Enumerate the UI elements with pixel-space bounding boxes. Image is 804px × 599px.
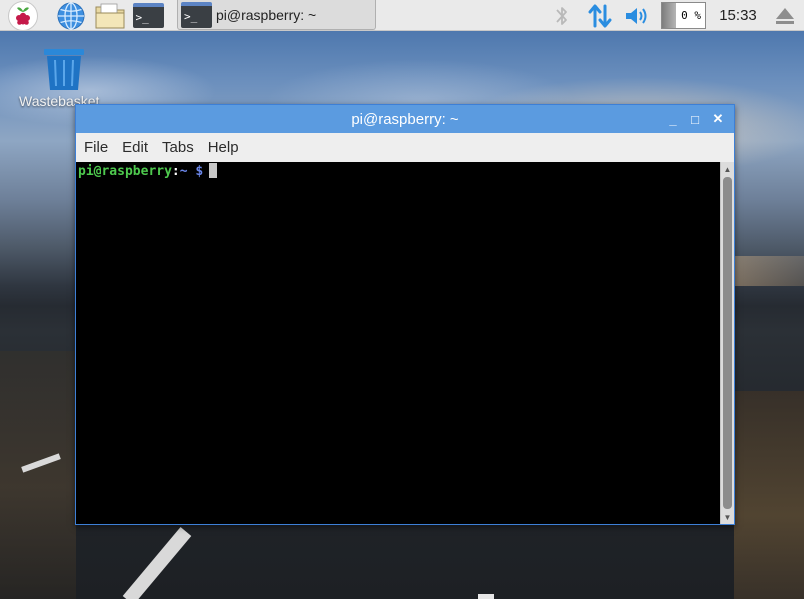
terminal-scrollbar[interactable]: ▲ ▼ <box>720 162 734 524</box>
scroll-up-arrow-icon[interactable]: ▲ <box>722 163 733 175</box>
terminal-text-area[interactable]: pi@raspberry:~ $ <box>76 162 720 524</box>
terminal-glyph: >_ <box>184 10 198 23</box>
taskbar-window-button[interactable]: >_ pi@raspberry: ~ <box>177 0 376 30</box>
menu-help[interactable]: Help <box>208 139 239 156</box>
volume-icon <box>626 7 647 24</box>
menu-tabs[interactable]: Tabs <box>162 139 194 156</box>
cpu-usage-value: 0 % <box>681 9 701 22</box>
terminal-icon: >_ <box>181 1 212 28</box>
terminal-glyph: >_ <box>135 11 149 24</box>
menu-file[interactable]: File <box>84 139 108 156</box>
terminal-icon: >_ <box>132 3 164 28</box>
cpu-usage-monitor[interactable]: 0 % <box>661 2 706 29</box>
web-browser-icon <box>57 1 85 30</box>
scroll-thumb[interactable] <box>723 177 732 509</box>
maximize-button[interactable]: □ <box>685 109 705 129</box>
prompt-symbol: $ <box>187 164 204 179</box>
screen-edge-marker <box>478 594 494 599</box>
wastebasket-desktop-icon[interactable]: Wastebasket <box>14 44 114 112</box>
close-button[interactable]: ✕ <box>708 109 728 129</box>
road-line <box>122 527 192 599</box>
network-button[interactable] <box>585 0 615 31</box>
bluetooth-icon <box>556 6 567 25</box>
menubar: File Edit Tabs Help <box>76 133 734 162</box>
raspberry-menu-icon <box>16 6 30 25</box>
network-icon <box>588 4 612 27</box>
volume-button[interactable] <box>622 0 652 31</box>
file-manager-launcher[interactable] <box>93 0 127 31</box>
window-title: pi@raspberry: ~ <box>351 110 459 128</box>
bluetooth-button[interactable] <box>548 0 576 31</box>
raspberry-menu-button[interactable] <box>6 0 40 31</box>
wallpaper-grass-right <box>734 391 804 599</box>
eject-button[interactable] <box>770 0 800 31</box>
clock[interactable]: 15:33 <box>710 0 766 31</box>
minimize-button[interactable]: _ <box>663 109 683 129</box>
text-cursor <box>209 163 218 178</box>
eject-icon <box>776 7 794 24</box>
window-titlebar[interactable]: pi@raspberry: ~ _ □ ✕ <box>76 105 734 133</box>
terminal-window: pi@raspberry: ~ _ □ ✕ File Edit Tabs Hel… <box>75 104 735 525</box>
terminal-launcher[interactable]: >_ <box>131 0 165 31</box>
wastebasket-icon <box>44 49 84 90</box>
top-panel: >_ >_ pi@raspberry: ~ 0 % 15:33 <box>0 0 804 31</box>
wallpaper-grass-left <box>0 351 76 599</box>
scroll-down-arrow-icon[interactable]: ▼ <box>722 511 733 523</box>
menu-edit[interactable]: Edit <box>122 139 148 156</box>
prompt-user-host: pi@raspberry <box>78 164 172 179</box>
file-manager-icon <box>95 3 125 28</box>
close-icon: ✕ <box>712 111 724 126</box>
taskbar-window-label: pi@raspberry: ~ <box>216 6 317 23</box>
maximize-icon: □ <box>691 111 699 127</box>
prompt-path: ~ <box>179 164 188 179</box>
prompt-separator: : <box>171 164 180 179</box>
minimize-icon: _ <box>669 111 677 127</box>
web-browser-launcher[interactable] <box>54 0 88 31</box>
